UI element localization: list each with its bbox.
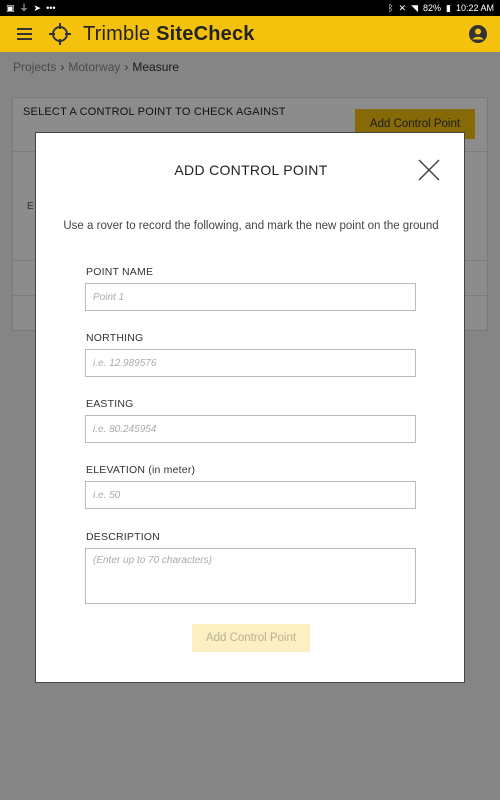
usb-icon: ⏚ — [19, 2, 29, 13]
add-control-point-submit-button[interactable]: Add Control Point — [192, 624, 310, 652]
description-label: DESCRIPTION — [86, 531, 160, 543]
app-title: Trimble SiteCheck — [83, 23, 255, 46]
elevation-label: ELEVATION (in meter) — [86, 464, 196, 476]
clock: 10:22 AM — [455, 3, 494, 13]
send-icon: ➤ — [33, 2, 42, 13]
mute-icon: ✕ — [398, 2, 407, 13]
status-bar-left: ▣ ⏚ ➤ ••• — [6, 2, 56, 13]
battery-percent: 82% — [423, 3, 442, 13]
gallery-icon: ▣ — [6, 2, 15, 13]
elevation-input[interactable] — [85, 481, 416, 509]
add-control-point-dialog: ADD CONTROL POINT Use a rover to record … — [35, 132, 465, 683]
account-icon[interactable] — [468, 24, 488, 44]
point-name-label: POINT NAME — [86, 266, 154, 278]
close-icon[interactable] — [418, 159, 440, 181]
point-name-input[interactable] — [85, 283, 416, 311]
wifi-icon: ◥ — [411, 2, 418, 13]
northing-input[interactable] — [85, 349, 416, 377]
easting-label: EASTING — [86, 398, 134, 410]
app-title-bold: SiteCheck — [156, 22, 255, 45]
easting-input[interactable] — [85, 415, 416, 443]
bluetooth-icon: ᛒ — [388, 2, 394, 13]
app-title-regular: Trimble — [83, 22, 157, 45]
hamburger-menu-icon[interactable] — [17, 28, 39, 40]
status-bar: ▣ ⏚ ➤ ••• ᛒ ✕ ◥ 82% ▮ 10:22 AM — [0, 0, 500, 16]
northing-label: NORTHING — [86, 332, 144, 344]
status-bar-right: ᛒ ✕ ◥ 82% ▮ 10:22 AM — [388, 3, 494, 13]
battery-icon: ▮ — [446, 2, 451, 13]
dialog-subtitle: Use a rover to record the following, and… — [63, 220, 439, 232]
trimble-logo-icon — [45, 19, 75, 49]
dialog-title: ADD CONTROL POINT — [174, 162, 328, 178]
app-bar: Trimble SiteCheck — [0, 16, 500, 52]
more-notifications-icon: ••• — [46, 2, 56, 13]
description-textarea[interactable] — [85, 548, 416, 604]
